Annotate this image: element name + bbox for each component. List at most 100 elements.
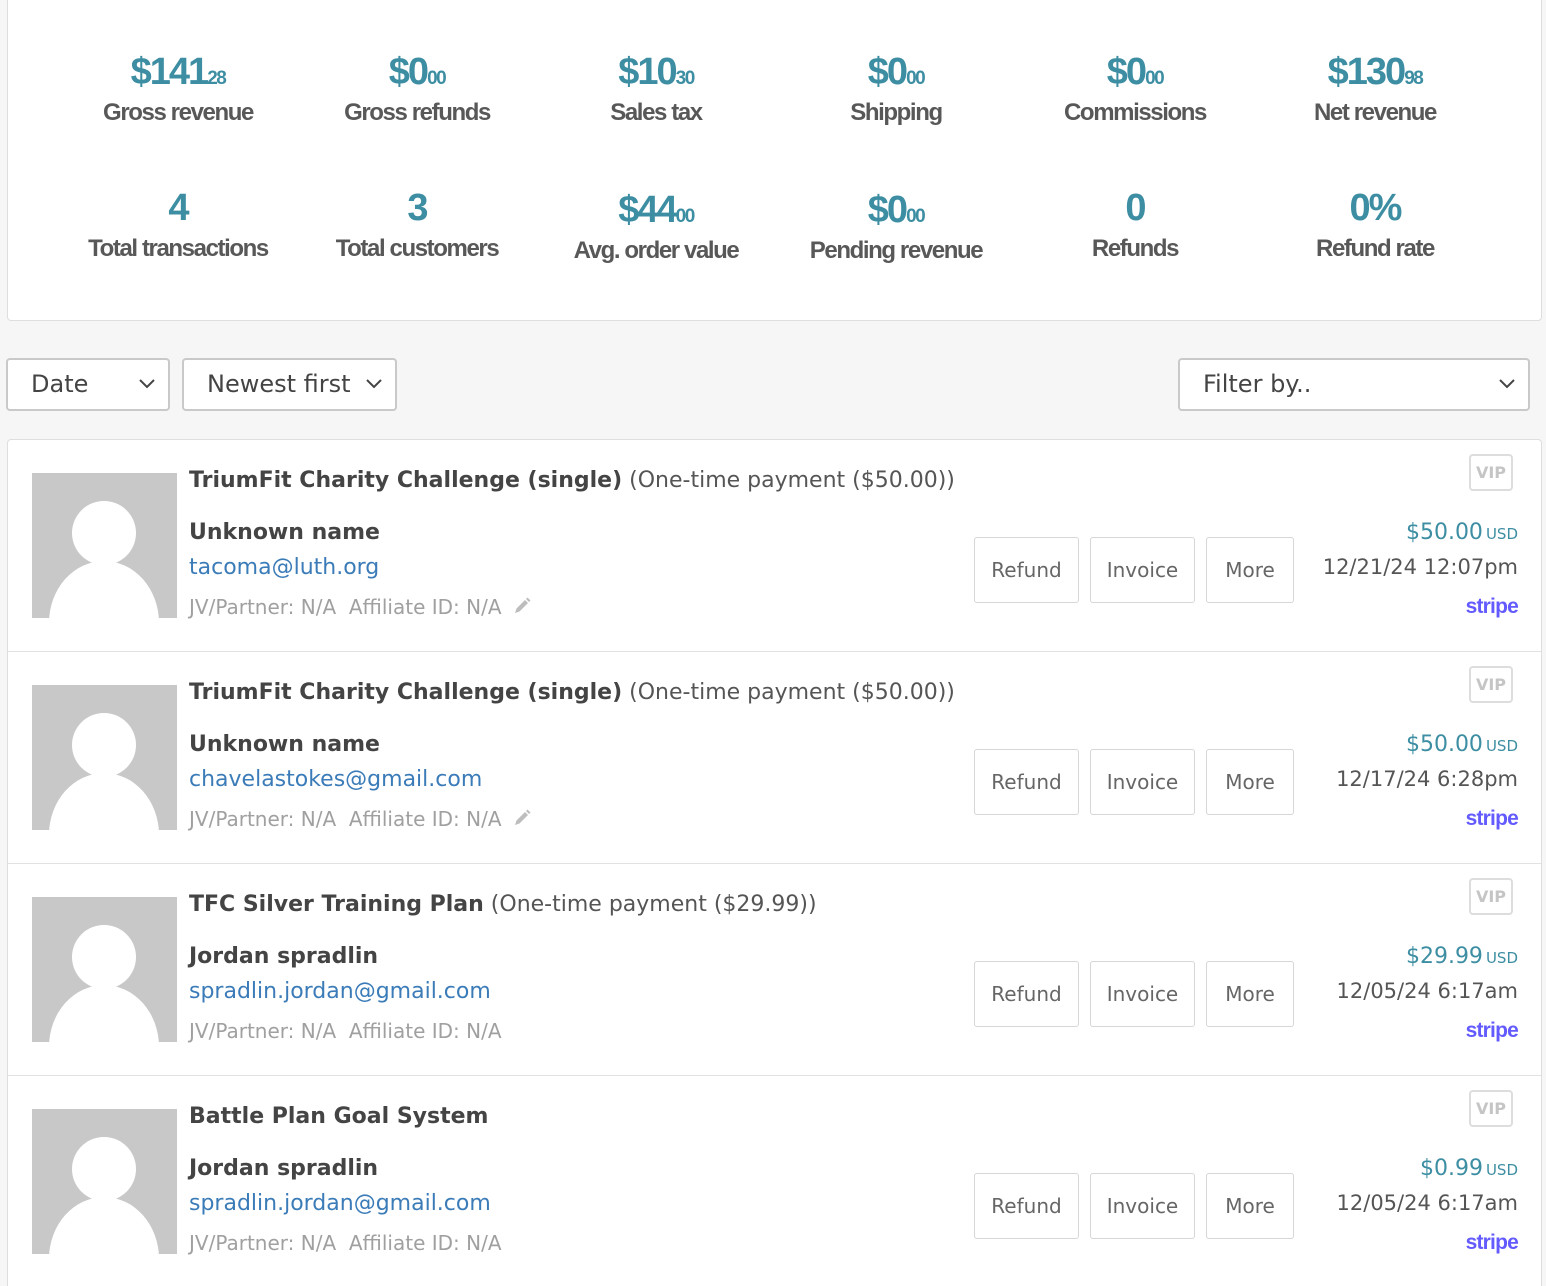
transaction-row: TriumFit Charity Challenge (single) (One… [8, 652, 1541, 864]
stat-value: 4 [168, 187, 189, 229]
invoice-button[interactable]: Invoice [1090, 537, 1195, 603]
vip-badge[interactable]: VIP [1469, 1090, 1513, 1127]
affiliate-meta: JV/Partner: N/A Affiliate ID: N/A [189, 595, 532, 619]
chevron-down-icon [1499, 379, 1515, 389]
stat-label: Commissions [1064, 99, 1207, 126]
stat-gross-revenue: $14128 Gross revenue [48, 50, 308, 127]
filter-select[interactable]: Filter by.. [1178, 358, 1530, 411]
pencil-icon[interactable] [512, 808, 532, 828]
transaction-row: Battle Plan Goal System Jordan spradlin … [8, 1076, 1541, 1286]
payment-plan: (One-time payment ($50.00)) [622, 468, 955, 493]
vip-badge[interactable]: VIP [1469, 454, 1513, 491]
transaction-date: 12/17/24 6:28pm [1336, 767, 1518, 791]
filter-value: Filter by.. [1203, 370, 1312, 398]
stat-refunds: 0 Refunds [1005, 186, 1265, 263]
customer-email-link[interactable]: tacoma@luth.org [189, 555, 379, 580]
transaction-date: 12/05/24 6:17am [1336, 1191, 1518, 1215]
stat-refund-rate: 0% Refund rate [1245, 186, 1505, 263]
stat-label: Total transactions [88, 235, 269, 262]
stat-label: Gross refunds [344, 99, 491, 126]
transaction-amount: $29.99 USD [1405, 944, 1518, 969]
avatar [32, 1109, 177, 1254]
sort-field-select[interactable]: Date [6, 358, 170, 411]
affiliate-meta: JV/Partner: N/A Affiliate ID: N/A [189, 1019, 502, 1043]
transaction-list: TriumFit Charity Challenge (single) (One… [7, 439, 1542, 1286]
customer-email-link[interactable]: spradlin.jordan@gmail.com [189, 979, 491, 1004]
invoice-button[interactable]: Invoice [1090, 749, 1195, 815]
avatar [32, 473, 177, 618]
stat-pending-revenue: $000 Pending revenue [766, 188, 1026, 265]
refund-button[interactable]: Refund [974, 749, 1079, 815]
transaction-date: 12/05/24 6:17am [1336, 979, 1518, 1003]
stat-value: $14128 [130, 51, 227, 93]
stripe-logo: stripe [1465, 595, 1519, 618]
more-button[interactable]: More [1206, 537, 1294, 603]
payment-plan: (One-time payment ($50.00)) [622, 680, 955, 705]
stat-value: $000 [388, 51, 447, 93]
chevron-down-icon [139, 379, 155, 389]
affiliate-meta: JV/Partner: N/A Affiliate ID: N/A [189, 807, 532, 831]
vip-badge[interactable]: VIP [1469, 878, 1513, 915]
more-button[interactable]: More [1206, 961, 1294, 1027]
refund-button[interactable]: Refund [974, 961, 1079, 1027]
product-name: Battle Plan Goal System [189, 1104, 489, 1129]
stat-label: Gross revenue [103, 99, 254, 126]
stat-value: $000 [867, 189, 926, 231]
stripe-logo: stripe [1465, 1231, 1519, 1254]
product-line: TriumFit Charity Challenge (single) (One… [189, 680, 955, 705]
stripe-logo: stripe [1465, 807, 1519, 830]
product-name: TFC Silver Training Plan [189, 892, 484, 917]
transaction-date: 12/21/24 12:07pm [1322, 555, 1518, 579]
product-name: TriumFit Charity Challenge (single) [189, 468, 623, 493]
stat-net-revenue: $13098 Net revenue [1245, 50, 1505, 127]
invoice-button[interactable]: Invoice [1090, 961, 1195, 1027]
product-line: TriumFit Charity Challenge (single) (One… [189, 468, 955, 493]
stat-label: Sales tax [610, 99, 703, 126]
stats-card: $14128 Gross revenue $000 Gross refunds … [7, 0, 1542, 321]
customer-name: Jordan spradlin [189, 944, 379, 969]
sort-order-value: Newest first [207, 370, 351, 398]
vip-badge[interactable]: VIP [1469, 666, 1513, 703]
sort-field-value: Date [31, 370, 89, 398]
stat-total-transactions: 4 Total transactions [48, 186, 308, 263]
pencil-icon[interactable] [512, 596, 532, 616]
more-button[interactable]: More [1206, 749, 1294, 815]
affiliate-text: JV/Partner: N/A Affiliate ID: N/A [189, 595, 502, 619]
stat-value: 3 [407, 187, 428, 229]
stat-value: $4400 [618, 189, 695, 231]
avatar [32, 685, 177, 830]
stat-shipping: $000 Shipping [766, 50, 1026, 127]
chevron-down-icon [366, 379, 382, 389]
customer-email-link[interactable]: spradlin.jordan@gmail.com [189, 1191, 491, 1216]
stat-value: 0 [1125, 187, 1146, 229]
stat-label: Shipping [850, 99, 943, 126]
stat-label: Refunds [1091, 235, 1180, 262]
stat-sales-tax: $1030 Sales tax [526, 50, 786, 127]
product-line: Battle Plan Goal System [189, 1104, 488, 1129]
customer-name: Unknown name [189, 732, 380, 757]
refund-button[interactable]: Refund [974, 537, 1079, 603]
customer-email-link[interactable]: chavelastokes@gmail.com [189, 767, 482, 792]
stat-label: Total customers [335, 235, 500, 262]
stat-avg-order-value: $4400 Avg. order value [526, 188, 786, 265]
default-avatar-icon [49, 1137, 159, 1254]
default-avatar-icon [49, 925, 159, 1042]
transaction-row: TFC Silver Training Plan (One-time payme… [8, 864, 1541, 1076]
affiliate-text: JV/Partner: N/A Affiliate ID: N/A [189, 1231, 502, 1255]
payment-plan: (One-time payment ($29.99)) [483, 892, 817, 917]
stat-label: Pending revenue [809, 237, 984, 264]
invoice-button[interactable]: Invoice [1090, 1173, 1195, 1239]
stat-value: $000 [867, 51, 926, 93]
default-avatar-icon [49, 501, 159, 618]
customer-name: Jordan spradlin [189, 1156, 379, 1181]
transaction-amount: $50.00 USD [1405, 520, 1518, 545]
affiliate-text: JV/Partner: N/A Affiliate ID: N/A [189, 1019, 502, 1043]
more-button[interactable]: More [1206, 1173, 1294, 1239]
stat-label: Net revenue [1314, 99, 1437, 126]
refund-button[interactable]: Refund [974, 1173, 1079, 1239]
default-avatar-icon [49, 713, 159, 830]
sort-order-select[interactable]: Newest first [182, 358, 397, 411]
stat-value: $1030 [618, 51, 695, 93]
customer-name: Unknown name [189, 520, 380, 545]
affiliate-meta: JV/Partner: N/A Affiliate ID: N/A [189, 1231, 502, 1255]
